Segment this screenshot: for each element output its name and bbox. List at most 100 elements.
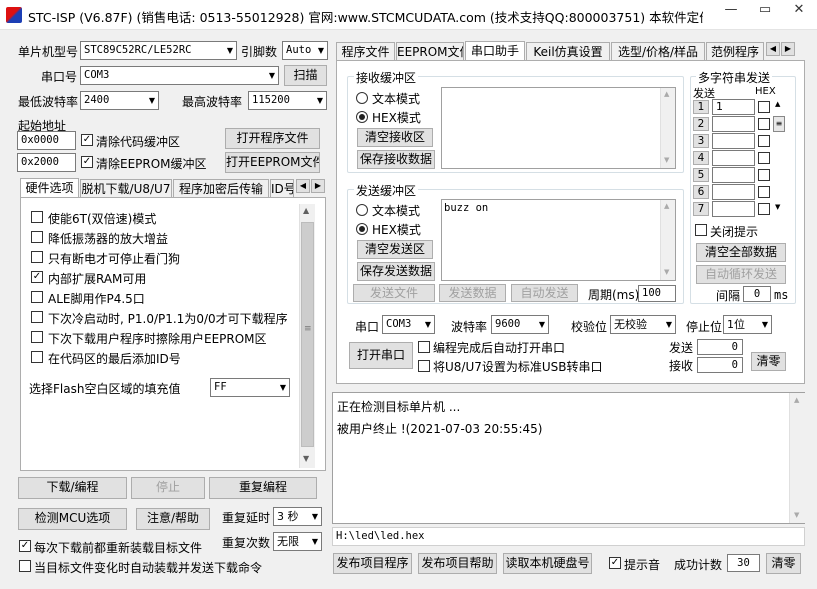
close-tip-checkbox[interactable]: [695, 224, 707, 236]
option-checkbox[interactable]: [31, 211, 43, 223]
multi-string-input[interactable]: [712, 184, 755, 200]
scan-button[interactable]: 扫描: [284, 65, 327, 86]
send-data-button[interactable]: 发送数据: [439, 284, 506, 302]
tab-hardware-options[interactable]: 硬件选项: [20, 178, 79, 199]
multi-string-input[interactable]: 1: [712, 99, 755, 115]
tab-eeprom-file[interactable]: EEPROM文件: [396, 42, 464, 61]
option-checkbox[interactable]: [31, 331, 43, 343]
open-serial-port-button[interactable]: 打开串口: [349, 342, 413, 369]
tab-scroll-left-icon[interactable]: ◀: [766, 42, 780, 56]
interval-input[interactable]: 0: [743, 286, 771, 302]
multi-hex-checkbox[interactable]: [758, 203, 770, 215]
send-textarea[interactable]: buzz on: [441, 199, 676, 281]
open-eeprom-file-button[interactable]: 打开EEPROM文件: [225, 152, 320, 173]
clear-success-button[interactable]: 清零: [766, 553, 801, 574]
stop-bits-select[interactable]: 1位 ▼: [723, 315, 772, 334]
option-item[interactable]: 下次冷启动时, P1.0/P1.1为0/0才可下载程序: [31, 309, 299, 327]
tab-selection-price[interactable]: 选型/价格/样品: [611, 42, 705, 61]
scroll-down-icon[interactable]: ▼: [664, 156, 669, 164]
option-item[interactable]: ALE脚用作P4.5口: [31, 289, 299, 307]
scroll-thumb[interactable]: [301, 222, 314, 447]
mcu-type-select[interactable]: STC89C52RC/LE52RC ▼: [80, 41, 237, 60]
rx-text-mode-radio[interactable]: [356, 92, 368, 104]
clear-count-button[interactable]: 清零: [751, 352, 786, 371]
multi-hex-checkbox[interactable]: [758, 186, 770, 198]
tab-serial-assistant[interactable]: 串口助手: [465, 41, 525, 62]
option-checkbox[interactable]: [31, 291, 43, 303]
scroll-up-icon[interactable]: ▲: [775, 100, 780, 108]
option-checkbox[interactable]: [31, 251, 43, 263]
tab-scroll-right-icon[interactable]: ▶: [311, 179, 325, 193]
multi-send-button[interactable]: 6: [693, 185, 709, 199]
tab-keil-settings[interactable]: Keil仿真设置: [526, 42, 610, 61]
log-scrollbar[interactable]: ▲ ▼: [789, 393, 805, 523]
code-address-input[interactable]: 0x0000: [17, 131, 76, 150]
multi-string-input[interactable]: [712, 133, 755, 149]
option-checkbox[interactable]: ✓: [31, 271, 43, 283]
max-baud-select[interactable]: 115200 ▼: [248, 91, 327, 110]
retry-count-select[interactable]: 无限 ▼: [273, 532, 322, 551]
tab-scroll-left-icon[interactable]: ◀: [296, 179, 310, 193]
open-program-file-button[interactable]: 打开程序文件: [225, 128, 320, 149]
auto-send-button[interactable]: 自动发送: [511, 284, 578, 302]
publish-help-button[interactable]: 发布项目帮助: [418, 553, 497, 574]
option-item[interactable]: 只有断电才可停止看门狗: [31, 249, 299, 267]
multi-string-input[interactable]: [712, 116, 755, 132]
sound-checkbox[interactable]: ✓: [609, 557, 621, 569]
receive-textarea[interactable]: [441, 87, 676, 169]
multi-hex-checkbox[interactable]: [758, 118, 770, 130]
scroll-up-icon[interactable]: ▲: [664, 90, 669, 98]
scroll-down-icon[interactable]: ▼: [303, 454, 309, 463]
notice-help-button[interactable]: 注意/帮助: [136, 508, 210, 530]
multi-send-button[interactable]: 1: [693, 100, 709, 114]
option-item[interactable]: ✓ 内部扩展RAM可用: [31, 269, 299, 287]
option-item[interactable]: 下次下载用户程序时擦除用户EEPROM区: [31, 329, 299, 347]
clear-send-button[interactable]: 清空发送区: [357, 240, 433, 259]
scroll-up-icon[interactable]: ▲: [303, 206, 309, 215]
option-checkbox[interactable]: [31, 311, 43, 323]
rx-hex-mode-radio[interactable]: [356, 111, 368, 123]
close-button[interactable]: ✕: [782, 0, 816, 22]
multi-hex-checkbox[interactable]: [758, 101, 770, 113]
receive-scrollbar[interactable]: ▲ ▼: [660, 88, 675, 168]
tab-encrypted-transfer[interactable]: 程序加密后传输: [173, 179, 269, 198]
scroll-down-icon[interactable]: ▼: [794, 511, 799, 519]
send-file-button[interactable]: 发送文件: [353, 284, 435, 302]
clear-code-checkbox[interactable]: ✓: [81, 134, 93, 146]
multi-hex-checkbox[interactable]: [758, 169, 770, 181]
eeprom-address-input[interactable]: 0x2000: [17, 153, 76, 172]
option-item[interactable]: 降低振荡器的放大增益: [31, 229, 299, 247]
restore-button[interactable]: ▭: [748, 0, 782, 22]
multi-hex-checkbox[interactable]: [758, 152, 770, 164]
tab-id-number[interactable]: ID号: [270, 179, 294, 198]
baud-rate-select[interactable]: 9600 ▼: [491, 315, 549, 334]
scroll-up-icon[interactable]: ▲: [664, 202, 669, 210]
save-send-button[interactable]: 保存发送数据: [357, 262, 435, 281]
option-item[interactable]: 使能6T(双倍速)模式: [31, 209, 299, 227]
multi-send-button[interactable]: 2: [693, 117, 709, 131]
tab-offline-download[interactable]: 脱机下载/U8/U7: [80, 179, 172, 198]
publish-project-button[interactable]: 发布项目程序: [333, 553, 412, 574]
save-receive-button[interactable]: 保存接收数据: [357, 150, 435, 169]
serial-port-select[interactable]: COM3 ▼: [382, 315, 435, 334]
download-program-button[interactable]: 下载/编程: [18, 477, 127, 499]
multi-string-input[interactable]: [712, 150, 755, 166]
auto-load-checkbox[interactable]: [19, 560, 31, 572]
tab-examples[interactable]: 范例程序: [706, 42, 764, 61]
check-mcu-options-button[interactable]: 检测MCU选项: [18, 508, 127, 530]
auto-open-port-checkbox[interactable]: [418, 341, 430, 353]
multi-scrollbar[interactable]: ▲ ≡ ▼: [773, 98, 786, 216]
options-scrollbar[interactable]: ▲ ≡ ▼: [299, 204, 315, 468]
auto-loop-send-button[interactable]: 自动循环发送: [696, 265, 786, 284]
minimize-button[interactable]: —: [714, 0, 748, 22]
multi-string-input[interactable]: [712, 201, 755, 217]
tab-program-file[interactable]: 程序文件: [336, 42, 395, 61]
reprogram-button[interactable]: 重复编程: [209, 477, 317, 499]
option-checkbox[interactable]: [31, 231, 43, 243]
multi-string-input[interactable]: [712, 167, 755, 183]
reload-before-download-checkbox[interactable]: ✓: [19, 540, 31, 552]
min-baud-select[interactable]: 2400 ▼: [80, 91, 159, 110]
multi-hex-checkbox[interactable]: [758, 135, 770, 147]
option-item[interactable]: 在代码区的最后添加ID号: [31, 349, 299, 367]
period-input[interactable]: 100: [638, 285, 676, 302]
